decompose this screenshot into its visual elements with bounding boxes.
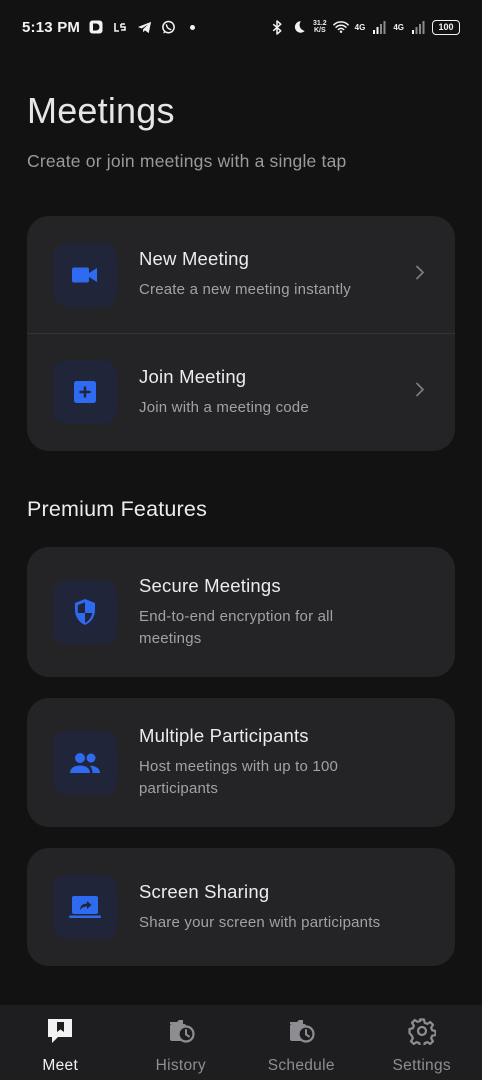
feature-card-secure-meetings: Secure Meetings End-to-end encryption fo… — [27, 547, 455, 677]
status-bar: 5:13 PM 31.2 K/S 4G 4G 100 — [0, 0, 482, 54]
network-speed-value: 31.2 — [313, 20, 327, 27]
nav-item-settings[interactable]: Settings — [362, 1005, 482, 1080]
people-icon — [53, 730, 117, 795]
nav-label-schedule: Schedule — [267, 1057, 335, 1074]
screen-share-icon — [53, 875, 117, 939]
status-left: 5:13 PM — [22, 19, 200, 36]
do-not-disturb-moon-icon — [291, 19, 307, 35]
screen-sharing-description: Share your screen with participants — [139, 913, 381, 931]
schedule-icon — [286, 1017, 316, 1050]
join-meeting-title: Join Meeting — [139, 365, 247, 387]
page-title: Meetings — [27, 90, 175, 131]
network-type-2: 4G — [393, 22, 404, 32]
bottom-navigation: Meet History Schedule Settings — [0, 1005, 482, 1080]
whatsapp-icon — [160, 19, 176, 35]
telegram-icon — [136, 19, 152, 35]
screen-sharing-text: Screen Sharing Share your screen with pa… — [139, 881, 380, 934]
nav-label-meet: Meet — [42, 1057, 79, 1074]
network-speed: 31.2 K/S — [313, 20, 327, 34]
signal-strength-2-icon — [410, 19, 426, 35]
chevron-right-icon — [415, 264, 425, 285]
more-notifications-dot-icon — [184, 19, 200, 35]
status-time: 5:13 PM — [22, 18, 81, 36]
feature-card-multiple-participants: Multiple Participants Host meetings with… — [27, 698, 455, 827]
secure-meetings-text: Secure Meetings End-to-end encryption fo… — [139, 575, 333, 650]
wifi-icon — [332, 19, 349, 35]
feature-card-screen-sharing: Screen Sharing Share your screen with pa… — [27, 848, 455, 966]
multiple-participants-description-line1: Host meetings with up to 100 — [139, 758, 339, 775]
app-notification-icon — [88, 19, 104, 35]
network-speed-unit: K/S — [314, 27, 326, 34]
nav-item-meet[interactable]: Meet — [0, 1005, 121, 1080]
premium-features-heading: Premium Features — [27, 497, 208, 521]
secure-meetings-description-line1: End-to-end encryption for all — [139, 607, 334, 625]
multiple-participants-text: Multiple Participants Host meetings with… — [139, 725, 338, 800]
screen-sharing-title: Screen Sharing — [139, 880, 270, 902]
new-meeting-text: New Meeting Create a new meeting instant… — [139, 248, 351, 301]
new-meeting-button[interactable]: New Meeting Create a new meeting instant… — [27, 216, 455, 333]
network-type-1: 4G — [354, 22, 366, 32]
multiple-participants-description-line2: participants — [139, 780, 219, 797]
join-meeting-text: Join Meeting Join with a meeting code — [139, 366, 309, 419]
multiple-participants-title: Multiple Participants — [139, 725, 309, 746]
chevron-right-icon — [415, 382, 425, 403]
gear-icon — [408, 1017, 437, 1050]
signal-strength-1-icon — [371, 19, 387, 35]
meetings-screen: 5:13 PM 31.2 K/S 4G 4G 100 Meetings Crea… — [0, 0, 482, 1080]
battery-indicator: 100 — [432, 19, 460, 35]
history-icon — [166, 1017, 196, 1050]
nav-item-schedule[interactable]: Schedule — [241, 1005, 362, 1080]
bluetooth-icon — [269, 19, 285, 35]
nav-label-history: History — [155, 1057, 206, 1074]
ls-notification-icon — [112, 19, 128, 35]
add-box-icon — [53, 360, 117, 424]
multiple-participants-description: Host meetings with up to 100 participant… — [139, 756, 338, 800]
join-meeting-button[interactable]: Join Meeting Join with a meeting code — [27, 333, 455, 450]
status-right: 31.2 K/S 4G 4G 100 — [269, 19, 460, 35]
nav-item-history[interactable]: History — [121, 1005, 242, 1080]
shield-icon — [53, 580, 117, 644]
page-subtitle: Create or join meetings with a single ta… — [27, 151, 347, 171]
secure-meetings-title: Secure Meetings — [139, 574, 281, 596]
secure-meetings-description: End-to-end encryption for all meetings — [139, 606, 333, 650]
video-camera-icon — [53, 242, 117, 307]
nav-label-settings: Settings — [392, 1057, 451, 1074]
new-meeting-title: New Meeting — [139, 248, 250, 269]
meeting-actions-card: New Meeting Create a new meeting instant… — [27, 216, 455, 451]
join-meeting-description: Join with a meeting code — [139, 398, 309, 416]
bookmark-icon — [46, 1017, 74, 1050]
new-meeting-description: Create a new meeting instantly — [139, 281, 351, 298]
secure-meetings-description-line2: meetings — [139, 629, 202, 647]
